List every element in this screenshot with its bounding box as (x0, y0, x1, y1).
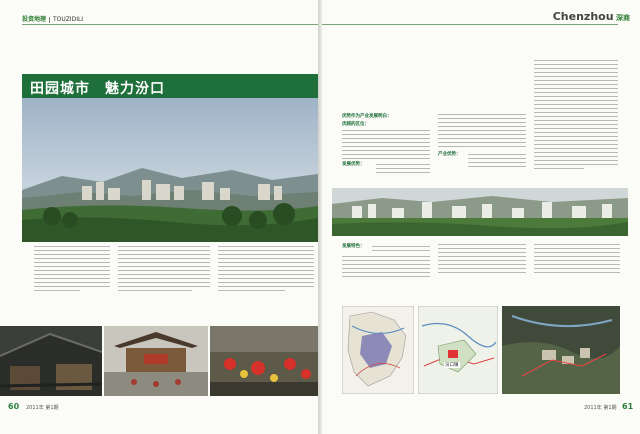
section-tag-en: TOUZIDILI (53, 16, 84, 23)
brand-logo: Chenzhou 深商 (553, 10, 630, 23)
left-page-number: 60 (8, 402, 20, 411)
hero-photo-town-landscape (22, 98, 318, 242)
right-text-column-3 (534, 60, 618, 172)
label-location: 优越的区位： (342, 122, 369, 127)
right-lower-column-2 (438, 244, 526, 276)
panorama-photo-town (332, 188, 628, 236)
right-lower-column-1b (342, 256, 430, 280)
label-advantage: 优势作为产业发展明白： (342, 114, 392, 119)
map-satellite (502, 306, 620, 394)
section-tag: 投资地理 TOUZIDILI (22, 14, 83, 23)
right-issue-label: 2011年 第1期 (584, 405, 617, 411)
photo-festival-crowd (210, 326, 318, 396)
right-lower-column-1 (372, 246, 430, 254)
header-rule (22, 24, 318, 25)
label-development: 发展优势： (342, 162, 365, 167)
right-lower-column-3 (534, 244, 620, 276)
paragraph-label-3: 产业优势： (438, 152, 461, 158)
right-page: Chenzhou 深商 优势作为产业发展明白： 优越的区位： 发展优势： 产业优… (322, 0, 640, 434)
text-column-3 (218, 246, 314, 294)
left-page: 投资地理 TOUZIDILI 田园城市 魅力汾口 60 2011年 第1期 (0, 0, 318, 434)
paragraph-label-2: 发展优势： (342, 162, 365, 168)
label-industry: 产业优势： (438, 152, 461, 157)
section-tag-cn: 投资地理 (22, 16, 47, 23)
right-text-column-2b (468, 154, 526, 170)
text-column-2 (118, 246, 210, 294)
map-regional (342, 306, 414, 394)
brand-name-en: Chenzhou (552, 10, 614, 23)
article-title: 田园城市 魅力汾口 (30, 81, 165, 97)
paragraph-label-4: 发展特色： (342, 244, 365, 250)
right-page-number: 61 (622, 402, 634, 411)
brand-name-cn: 深商 (616, 14, 630, 22)
right-text-column-1 (342, 130, 430, 162)
label-features: 发展特色： (342, 244, 365, 249)
left-issue-label: 2011年 第1期 (26, 405, 59, 411)
text-column-1 (34, 246, 110, 294)
photo-ancient-house (0, 326, 102, 396)
header-rule-right (322, 24, 618, 25)
map-town-label: 汾口镇 (444, 362, 460, 368)
paragraph-label-1: 优势作为产业发展明白： (342, 114, 392, 120)
paragraph-label-5: 优越的区位： (342, 122, 369, 128)
right-text-column-1b (376, 164, 430, 176)
photo-traditional-gate (104, 326, 208, 396)
right-text-column-2 (438, 114, 526, 150)
map-town-location: 汾口镇 (418, 306, 498, 394)
